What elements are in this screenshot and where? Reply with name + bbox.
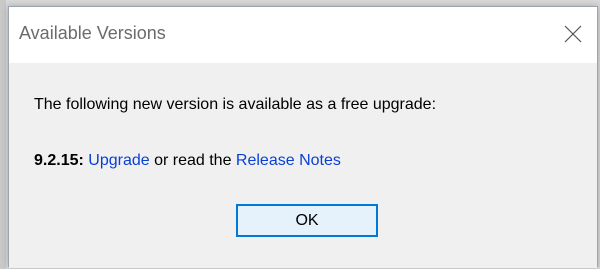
version-line: 9.2.15: Upgrade or read the Release Note…	[34, 152, 341, 170]
close-button[interactable]	[555, 16, 591, 52]
dialog-titlebar[interactable]: Available Versions	[9, 7, 597, 63]
release-notes-link[interactable]: Release Notes	[236, 152, 341, 169]
ok-button-label: OK	[295, 211, 319, 229]
dialog-content: The following new version is available a…	[9, 63, 597, 268]
background-edge	[0, 0, 6, 269]
ok-button[interactable]: OK	[236, 204, 378, 237]
connector-text: or read the	[149, 152, 236, 169]
version-number: 9.2.15:	[34, 152, 84, 169]
dialog-title: Available Versions	[19, 23, 166, 43]
upgrade-message: The following new version is available a…	[34, 96, 437, 113]
close-icon	[564, 25, 582, 43]
available-versions-dialog: Available Versions The following new ver…	[8, 6, 598, 268]
upgrade-link[interactable]: Upgrade	[88, 152, 149, 169]
